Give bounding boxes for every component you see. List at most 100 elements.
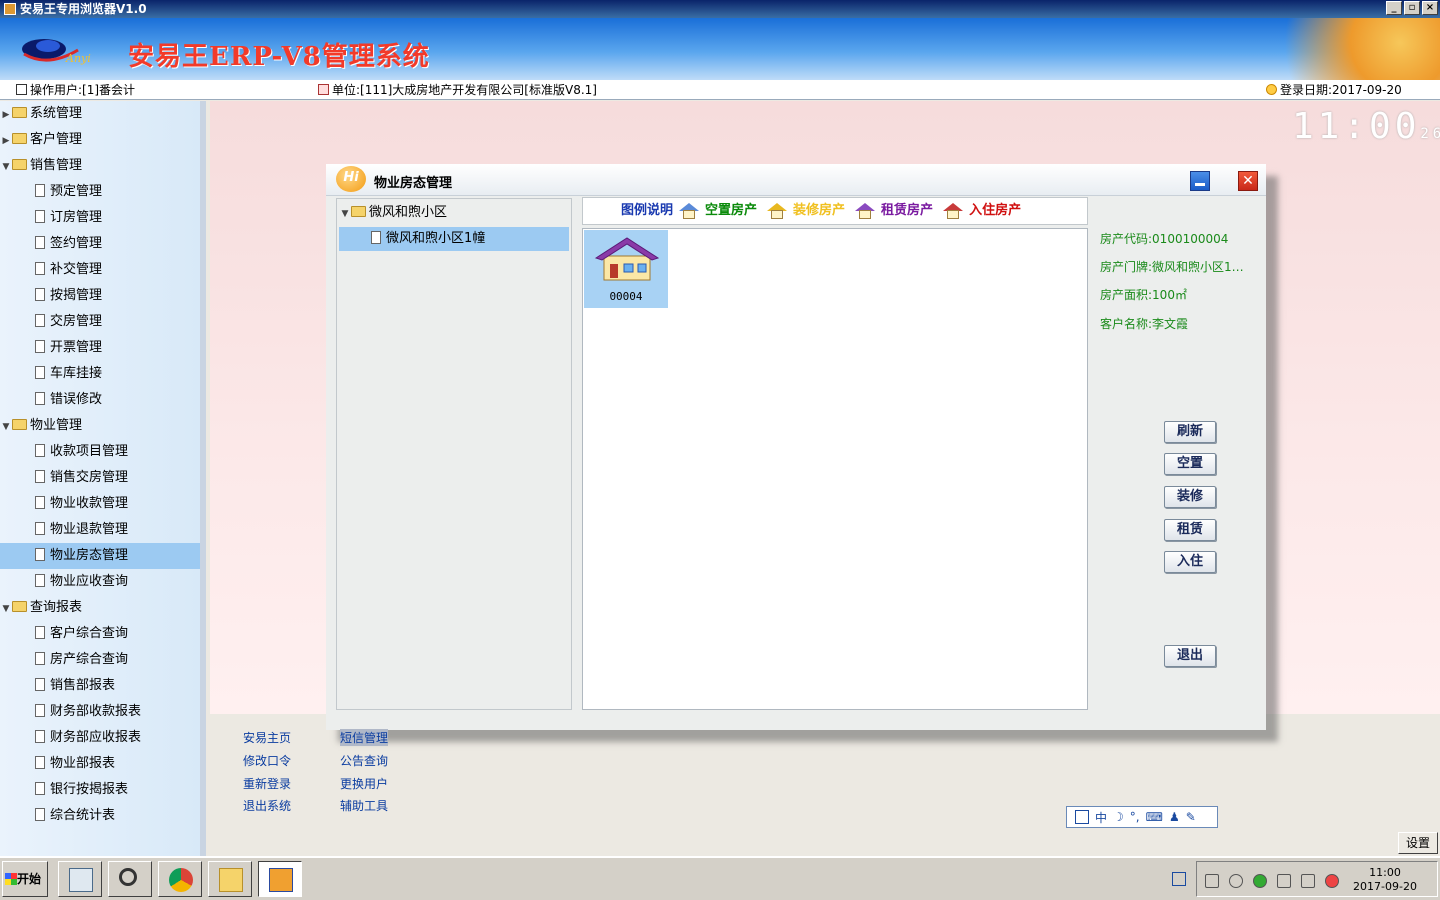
sidebar-item-label: 车库挂接 [50,366,103,381]
sidebar-item[interactable]: ▶ 系统管理 [0,101,200,127]
sidebar-item[interactable]: 银行按揭报表 [0,777,200,803]
sidebar-item[interactable]: 财务部应收报表 [0,725,200,751]
sidebar-item[interactable]: 房产综合查询 [0,647,200,673]
user-icon[interactable]: ♟ [1169,810,1180,824]
wrench-icon[interactable]: ✎ [1186,810,1196,824]
chevron-down-icon[interactable]: ▼ [0,154,12,180]
moon-icon[interactable]: ☽ [1113,810,1124,824]
start-button[interactable]: 开始 [2,861,48,897]
chevron-right-icon[interactable]: ▶ [0,128,12,154]
occupy-button[interactable]: 入住 [1164,551,1216,573]
banner-title: 安易王ERP-V8管理系统 [128,42,430,72]
minimize-button[interactable]: _ [1386,1,1402,15]
sidebar-item-label: 交房管理 [50,314,103,329]
search-app-button[interactable] [108,861,152,897]
chevron-right-icon[interactable]: ▶ [0,102,12,128]
sidebar-item-label: 补交管理 [50,262,103,277]
sidebar-item[interactable]: 综合统计表 [0,803,200,829]
info-property-code: 房产代码:0100100004 [1100,232,1229,246]
sidebar-item-label: 收款项目管理 [50,444,129,459]
dialog-close-button[interactable]: ✕ [1238,171,1258,191]
bulb-icon[interactable] [1229,874,1243,888]
sidebar-item[interactable]: 预定管理 [0,179,200,205]
link-tools[interactable]: 辅助工具 [340,797,388,814]
network-icon[interactable] [1205,874,1219,888]
sidebar-item-label: 银行按揭报表 [50,782,129,797]
house-icon [679,203,700,219]
sidebar-item[interactable]: 物业退款管理 [0,517,200,543]
room-tile[interactable]: 00004 [584,230,668,308]
link-exit-system[interactable]: 退出系统 [243,797,291,814]
document-icon [35,522,45,535]
document-icon [35,496,45,509]
legend-label: 租赁房产 [881,203,934,218]
ime-indicator-icon[interactable] [1172,872,1186,886]
lower-panel [210,714,1440,856]
explorer-button[interactable] [208,861,252,897]
ime-logo-icon[interactable] [1075,810,1089,824]
punctuation-icon[interactable]: °, [1130,810,1140,824]
sidebar-item[interactable]: 补交管理 [0,257,200,283]
calculator-button[interactable] [58,861,102,897]
dialog-minimize-button[interactable] [1190,171,1210,191]
link-sms[interactable]: 短信管理 [340,729,389,746]
sidebar-item[interactable]: 交房管理 [0,309,200,335]
link-notices[interactable]: 公告查询 [340,752,388,769]
sidebar-item[interactable]: 错误修改 [0,387,200,413]
folder-icon [351,206,366,217]
anyi-app-button[interactable] [258,861,302,897]
sidebar-item-label: 物业收款管理 [50,496,129,511]
link-home[interactable]: 安易主页 [243,729,291,746]
tree-node-building[interactable]: 微风和煦小区1幢 [339,227,569,251]
sidebar-item[interactable]: 销售部报表 [0,673,200,699]
qq-icon[interactable] [1325,874,1339,888]
sidebar-item[interactable]: 物业收款管理 [0,491,200,517]
document-icon [35,470,45,483]
chrome-icon [169,868,193,892]
restore-button[interactable]: ▫ [1404,1,1420,15]
sidebar-item[interactable]: ▼ 物业管理 [0,413,200,439]
sidebar-item[interactable]: ▼ 销售管理 [0,153,200,179]
sidebar-item[interactable]: 签约管理 [0,231,200,257]
link-relogin[interactable]: 重新登录 [243,775,291,792]
sidebar-item[interactable]: 车库挂接 [0,361,200,387]
svg-text:Anyi: Anyi [65,52,91,65]
refresh-button[interactable]: 刷新 [1164,421,1216,443]
sidebar-item[interactable]: 收款项目管理 [0,439,200,465]
chevron-down-icon[interactable]: ▼ [0,596,12,622]
display-icon[interactable] [1301,874,1315,888]
tray-clock[interactable]: 11:00 2017-09-20 [1345,866,1425,894]
ime-toolbar[interactable]: 中 ☽ °, ⌨ ♟ ✎ [1066,806,1218,828]
security-icon[interactable] [1253,874,1267,888]
sidebar-item[interactable]: 销售交房管理 [0,465,200,491]
close-button[interactable]: × [1422,1,1438,15]
sidebar-item[interactable]: ▼ 查询报表 [0,595,200,621]
keyboard-icon[interactable]: ⌨ [1146,810,1163,824]
vacant-button[interactable]: 空置 [1164,453,1216,475]
ime-chinese-toggle[interactable]: 中 [1095,809,1107,826]
sidebar-item[interactable]: 物业部报表 [0,751,200,777]
lease-button[interactable]: 租赁 [1164,519,1216,541]
link-change-password[interactable]: 修改口令 [243,752,291,769]
sidebar-item-label: 错误修改 [50,392,103,407]
volume-icon[interactable] [1277,874,1291,888]
folder-icon [12,159,27,170]
chevron-down-icon[interactable]: ▼ [0,414,12,440]
sidebar-item[interactable]: ▶ 客户管理 [0,127,200,153]
sidebar-item[interactable]: 客户综合查询 [0,621,200,647]
sidebar-item[interactable]: 物业应收查询 [0,569,200,595]
sidebar-item[interactable]: 按揭管理 [0,283,200,309]
sidebar-item[interactable]: 物业房态管理 [0,543,200,569]
link-switch-user[interactable]: 更换用户 [340,775,388,792]
sidebar-item[interactable]: 开票管理 [0,335,200,361]
decorate-button[interactable]: 装修 [1164,486,1216,508]
chevron-down-icon[interactable]: ▼ [339,202,351,226]
sidebar-item[interactable]: 订房管理 [0,205,200,231]
document-icon [35,340,45,353]
settings-button[interactable]: 设置 [1398,832,1438,854]
sidebar-item[interactable]: 财务部收款报表 [0,699,200,725]
chrome-button[interactable] [158,861,202,897]
exit-button[interactable]: 退出 [1164,645,1216,667]
tree-node-community[interactable]: ▼ 微风和煦小区 [339,201,447,225]
windows-flag-icon [5,873,17,885]
